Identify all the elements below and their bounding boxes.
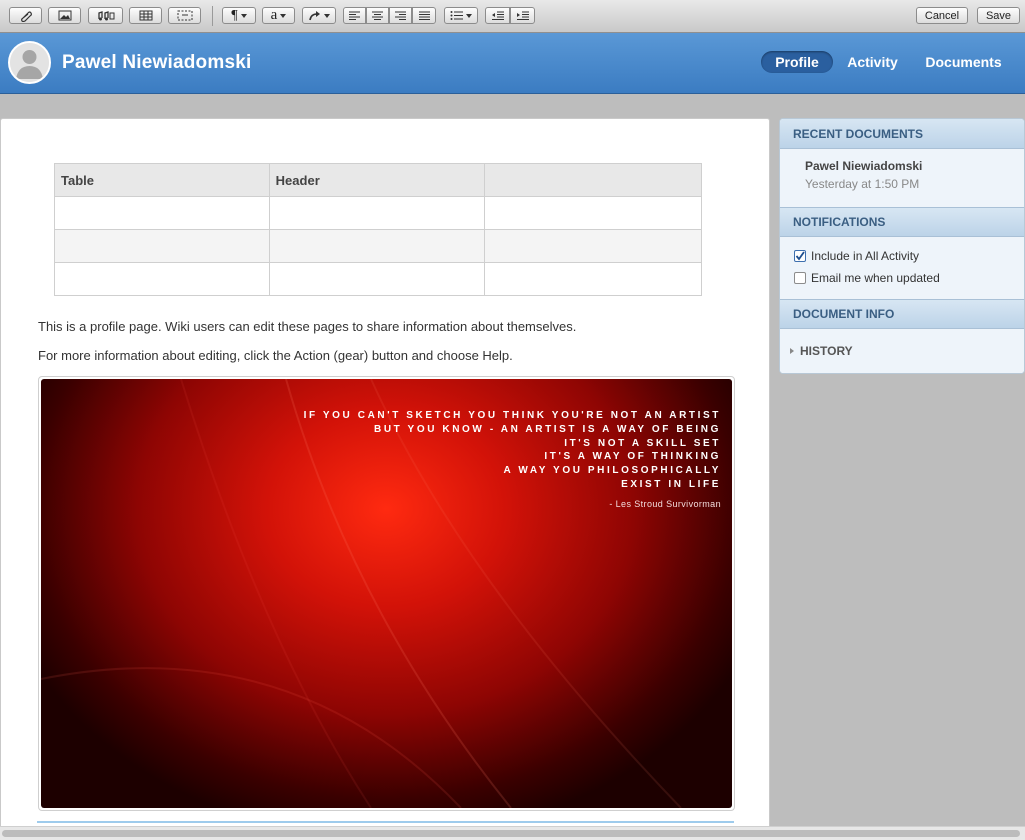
table-header-cell[interactable]: Header: [268, 163, 486, 197]
paragraph-style-icon: ¶: [231, 7, 238, 23]
disclosure-triangle-icon[interactable]: [790, 348, 794, 354]
toolbar-separator: [212, 6, 213, 26]
table-cell[interactable]: [484, 229, 702, 263]
align-right-icon: [395, 11, 406, 20]
table-row: [54, 196, 702, 230]
list-icon: [450, 11, 463, 20]
cancel-button[interactable]: Cancel: [916, 7, 968, 24]
image-icon: [58, 10, 71, 21]
table-header-cell[interactable]: Table: [54, 163, 270, 197]
align-left-icon: [349, 11, 360, 20]
email-updates-checkbox[interactable]: [794, 272, 806, 284]
text-style-icon: a: [270, 7, 278, 23]
align-left-button[interactable]: [343, 7, 366, 24]
tab-profile[interactable]: Profile: [761, 51, 833, 73]
profile-header: Pawel Niewiadomski Profile Activity Docu…: [0, 33, 1025, 94]
text-style-button[interactable]: a: [262, 7, 295, 24]
link-button[interactable]: [302, 7, 336, 24]
quote-author: - Les Stroud Survivorman: [609, 499, 721, 509]
table-cell[interactable]: [484, 196, 702, 230]
page-title: Pawel Niewiadomski: [62, 52, 252, 73]
justify-icon: [418, 11, 430, 20]
quote-line: EXIST IN LIFE: [621, 478, 721, 490]
indent-icon: [516, 11, 529, 20]
chevron-down-icon: [466, 13, 472, 18]
tab-activity[interactable]: Activity: [840, 51, 905, 73]
link-icon: [308, 10, 320, 20]
table-cell[interactable]: [54, 229, 270, 263]
help-paragraph[interactable]: For more information about editing, clic…: [38, 348, 513, 363]
chevron-down-icon: [323, 13, 330, 18]
horizontal-scrollbar[interactable]: [0, 826, 1025, 840]
content-table[interactable]: Table Header: [54, 163, 702, 296]
paragraph-style-button[interactable]: ¶: [222, 7, 256, 24]
table-header-cell[interactable]: [484, 163, 702, 197]
scrollbar-thumb[interactable]: [2, 830, 1020, 837]
media-icon: [97, 11, 114, 21]
document-info-panel: HISTORY: [780, 329, 1024, 373]
indent-button[interactable]: [510, 7, 535, 24]
editor-toolbar: ¶ a Cancel Save: [0, 0, 1025, 33]
insert-media-button[interactable]: [88, 7, 123, 24]
justify-button[interactable]: [412, 7, 436, 24]
table-icon: [139, 10, 152, 21]
history-toggle[interactable]: HISTORY: [800, 344, 853, 358]
table-row: [54, 229, 702, 263]
insert-image-button[interactable]: [48, 7, 81, 24]
align-center-button[interactable]: [366, 7, 389, 24]
quote-line: A WAY YOU PHILOSOPHICALLY: [503, 465, 721, 477]
recent-document-time: Yesterday at 1:50 PM: [805, 177, 920, 191]
avatar[interactable]: [8, 41, 51, 84]
recent-documents-list: Pawel Niewiadomski Yesterday at 1:50 PM: [780, 149, 1024, 207]
list-button[interactable]: [444, 7, 478, 24]
table-cell[interactable]: [268, 229, 486, 263]
include-activity-checkbox[interactable]: [794, 250, 806, 262]
sidebar: RECENT DOCUMENTS Pawel Niewiadomski Yest…: [779, 118, 1025, 374]
quote-line: IT'S NOT A SKILL SET: [564, 437, 721, 449]
align-right-button[interactable]: [389, 7, 412, 24]
intro-paragraph[interactable]: This is a profile page. Wiki users can e…: [38, 319, 576, 334]
quote-image-content: IF YOU CAN'T SKETCH YOU THINK YOU'RE NOT…: [41, 379, 732, 808]
document-info-heading: DOCUMENT INFO: [780, 299, 1024, 329]
table-cell[interactable]: [54, 196, 270, 230]
include-activity-label[interactable]: Include in All Activity: [811, 249, 919, 263]
table-cell[interactable]: [268, 262, 486, 296]
chevron-down-icon: [280, 13, 287, 18]
table-cell[interactable]: [268, 196, 486, 230]
document-editor[interactable]: Table Header This is a profile page. Wik…: [0, 118, 770, 840]
tab-documents[interactable]: Documents: [920, 51, 1007, 73]
checkmark-icon: [795, 251, 805, 261]
notifications-panel: Include in All Activity Email me when up…: [780, 237, 1024, 301]
save-button[interactable]: Save: [977, 7, 1020, 24]
insert-table-button[interactable]: [129, 7, 162, 24]
quote-line: BUT YOU KNOW - AN ARTIST IS A WAY OF BEI…: [374, 423, 721, 435]
recent-documents-heading: RECENT DOCUMENTS: [780, 119, 1024, 149]
insert-block-button[interactable]: [168, 7, 201, 24]
outdent-icon: [491, 11, 504, 20]
quote-text: IF YOU CAN'T SKETCH YOU THINK YOU'RE NOT…: [304, 409, 721, 492]
email-updates-label[interactable]: Email me when updated: [811, 271, 940, 285]
align-center-icon: [372, 11, 383, 20]
user-avatar-icon: [10, 43, 49, 82]
quote-line: IT'S A WAY OF THINKING: [544, 451, 721, 463]
table-cell[interactable]: [54, 262, 270, 296]
attach-button[interactable]: [9, 7, 42, 24]
next-block-edge: [37, 821, 734, 825]
block-icon: [177, 10, 192, 21]
notifications-heading: NOTIFICATIONS: [780, 207, 1024, 237]
attach-icon: [20, 10, 32, 22]
quote-image[interactable]: IF YOU CAN'T SKETCH YOU THINK YOU'RE NOT…: [38, 376, 735, 811]
table-row: [54, 262, 702, 296]
quote-line: IF YOU CAN'T SKETCH YOU THINK YOU'RE NOT…: [303, 410, 721, 421]
table-cell[interactable]: [484, 262, 702, 296]
chevron-down-icon: [240, 13, 247, 18]
outdent-button[interactable]: [485, 7, 510, 24]
recent-document-title[interactable]: Pawel Niewiadomski: [805, 159, 922, 173]
